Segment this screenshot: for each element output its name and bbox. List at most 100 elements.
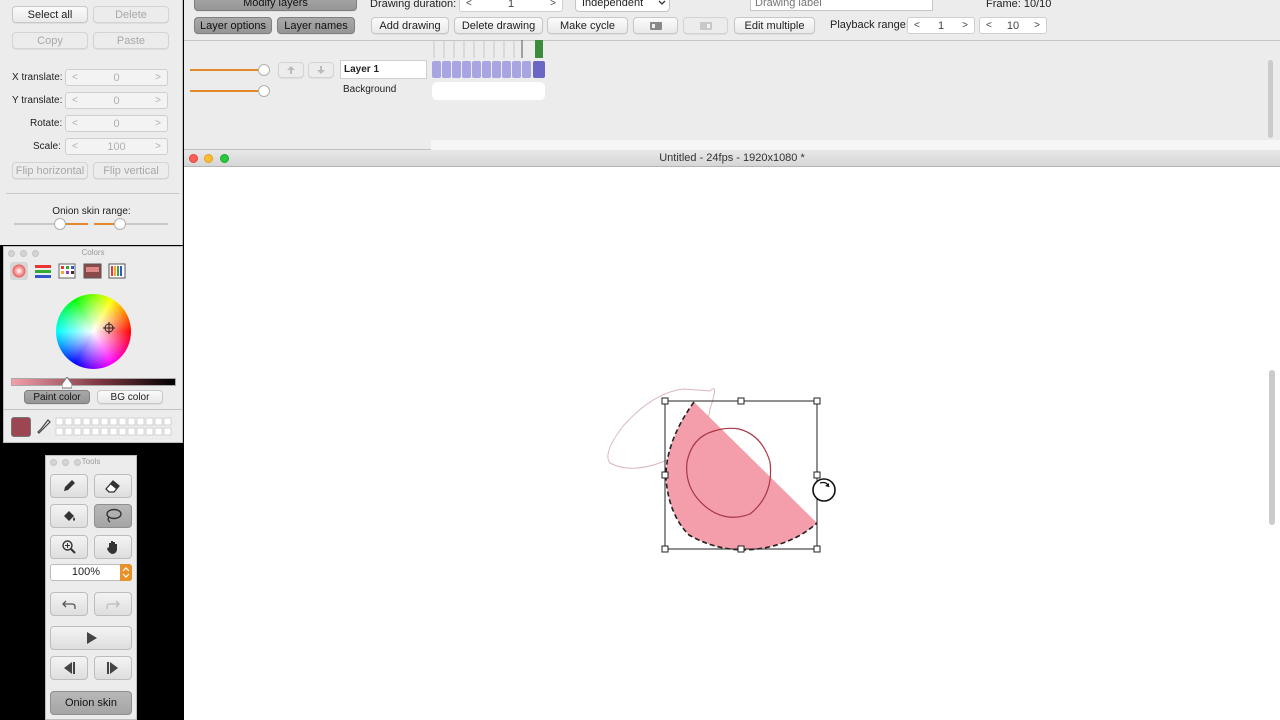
layer-name-field[interactable]: Layer 1 [340, 60, 427, 79]
increment-icon[interactable]: > [155, 72, 161, 83]
edit-multiple-button[interactable]: Edit multiple [734, 17, 815, 34]
color-swatch-grid[interactable] [55, 417, 175, 439]
chevron-down-icon [658, 0, 666, 5]
drawing-canvas[interactable] [184, 167, 1280, 720]
window-controls [8, 250, 39, 257]
scale-value: 100 [107, 140, 126, 153]
timeline-scroll-area[interactable] [431, 140, 1280, 150]
divider [4, 409, 182, 410]
playback-start-stepper[interactable]: < 1 > [907, 17, 975, 34]
undo-button[interactable] [50, 592, 88, 616]
move-drawing-right-button[interactable] [683, 17, 728, 34]
zoom-tool-button[interactable] [50, 535, 88, 559]
color-sliders-mode-icon[interactable] [35, 265, 51, 278]
timeline-frames[interactable] [431, 40, 546, 102]
increment-icon[interactable]: > [155, 118, 161, 129]
eraser-tool-button[interactable] [94, 474, 132, 498]
timeline-scrollbar[interactable] [1268, 60, 1273, 138]
layer-names-button[interactable]: Layer names [277, 17, 355, 34]
arrow-down-icon [317, 66, 325, 74]
eyedropper-icon[interactable] [37, 419, 51, 435]
pencils-mode-icon[interactable] [108, 263, 126, 279]
brightness-slider[interactable] [11, 378, 176, 386]
layer-opacity-slider[interactable] [189, 62, 274, 78]
current-color-swatch[interactable] [11, 417, 31, 437]
zoom-window-button[interactable] [220, 154, 229, 163]
zoom-select[interactable]: 100% [50, 564, 132, 581]
brightness-slider-thumb[interactable] [62, 377, 72, 389]
select-all-button[interactable]: Select all [12, 6, 88, 23]
window-controls [50, 459, 81, 466]
close-dot[interactable] [8, 250, 15, 257]
drawing-label-input[interactable] [750, 0, 933, 11]
close-window-button[interactable] [189, 154, 198, 163]
y-translate-label: Y translate: [12, 95, 63, 106]
paint-color-button[interactable]: Paint color [24, 390, 90, 404]
color-palettes-mode-icon[interactable] [58, 263, 76, 279]
close-dot[interactable] [50, 459, 57, 466]
minimize-window-button[interactable] [204, 154, 213, 163]
drawing-duration-stepper[interactable]: < 1 > [459, 0, 563, 12]
move-layer-up-button[interactable] [278, 62, 304, 78]
mode-select[interactable]: Independent [575, 0, 670, 12]
modify-layers-button[interactable]: Modify layers [194, 0, 357, 11]
increment-icon[interactable]: > [550, 0, 556, 9]
zoom-dropdown-arrow[interactable] [120, 564, 132, 581]
fill-tool-button[interactable] [50, 504, 88, 528]
y-translate-value: 0 [113, 94, 120, 107]
delete-drawing-button[interactable]: Delete drawing [454, 17, 543, 34]
add-drawing-button[interactable]: Add drawing [371, 17, 449, 34]
divider [184, 40, 1280, 41]
pencil-tool-button[interactable] [50, 474, 88, 498]
image-palettes-mode-icon[interactable] [83, 263, 102, 279]
minimize-dot[interactable] [20, 250, 27, 257]
canvas-vertical-scrollbar[interactable] [1269, 370, 1275, 525]
bg-color-button[interactable]: BG color [97, 390, 163, 404]
background-opacity-slider[interactable] [189, 83, 274, 99]
make-cycle-button[interactable]: Make cycle [547, 17, 628, 34]
crosshair-icon [103, 322, 115, 334]
scale-stepper[interactable]: < 100 > [65, 138, 168, 155]
zoom-icon [62, 540, 76, 554]
paint-bucket-icon [64, 511, 75, 521]
flip-horizontal-button[interactable]: Flip horizontal [12, 162, 88, 179]
play-icon [87, 632, 97, 644]
delete-button[interactable]: Delete [93, 6, 169, 23]
move-drawing-left-button[interactable] [633, 17, 678, 34]
x-translate-stepper[interactable]: < 0 > [65, 69, 168, 86]
move-layer-down-button[interactable] [308, 62, 334, 78]
onion-skin-button[interactable]: Onion skin [50, 691, 132, 715]
next-frame-button[interactable] [94, 656, 132, 680]
rotate-value: 0 [113, 117, 120, 130]
zoom-dot[interactable] [74, 459, 81, 466]
divider [6, 193, 179, 194]
minimize-dot[interactable] [62, 459, 69, 466]
arrow-up-icon [287, 66, 295, 74]
pink-fill-shape[interactable] [665, 402, 817, 550]
layer-options-button[interactable]: Layer options [194, 17, 272, 34]
increment-icon[interactable]: > [962, 20, 968, 31]
paste-button[interactable]: Paste [93, 32, 169, 49]
playback-end-stepper[interactable]: < 10 > [979, 17, 1047, 34]
play-button[interactable] [50, 626, 132, 650]
playback-start-value: 1 [937, 19, 945, 32]
timeline-area: Modify layers Drawing duration: < 1 > In… [184, 0, 1280, 150]
increment-icon[interactable]: > [155, 95, 161, 106]
x-translate-value: 0 [113, 71, 120, 84]
rotate-stepper[interactable]: < 0 > [65, 115, 168, 132]
properties-panel: Select all Delete Copy Paste X translate… [0, 0, 183, 245]
flip-vertical-button[interactable]: Flip vertical [93, 162, 169, 179]
rotate-label: Rotate: [30, 118, 63, 129]
color-wheel[interactable] [56, 294, 131, 369]
redo-button[interactable] [94, 592, 132, 616]
copy-button[interactable]: Copy [12, 32, 88, 49]
hand-tool-button[interactable] [94, 535, 132, 559]
increment-icon[interactable]: > [1034, 20, 1040, 31]
onion-skin-range-slider[interactable] [12, 216, 172, 232]
previous-frame-button[interactable] [50, 656, 88, 680]
lasso-tool-button[interactable] [94, 504, 132, 528]
frame-counter: Frame: 10/10 [986, 0, 1052, 10]
y-translate-stepper[interactable]: < 0 > [65, 92, 168, 109]
zoom-dot[interactable] [32, 250, 39, 257]
increment-icon[interactable]: > [155, 141, 161, 152]
